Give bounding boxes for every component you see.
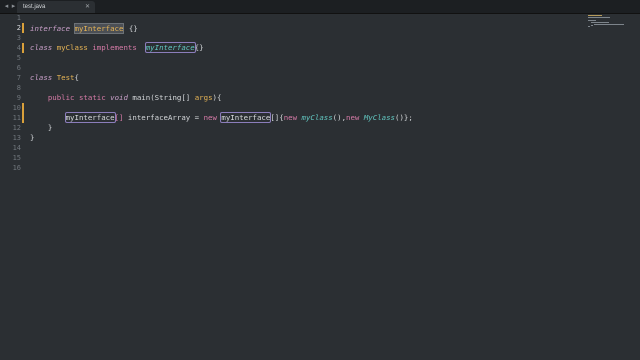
code-line-11: myInterface[] interfaceArray = new myInt…: [30, 112, 413, 123]
brace: {: [74, 73, 79, 82]
line-number: 13: [12, 134, 21, 142]
braces: {}: [194, 43, 204, 52]
array-init: []{: [270, 113, 284, 122]
type: myClass: [301, 113, 333, 122]
brackets: []: [114, 113, 124, 122]
braces: {}: [128, 24, 138, 33]
variable-name: interfaceArray: [127, 113, 191, 122]
class-name: Test: [56, 73, 75, 82]
type: MyClass: [363, 113, 395, 122]
keyword: new: [283, 113, 298, 122]
line-number: 4: [16, 44, 21, 52]
line-number: 10: [12, 104, 21, 112]
line-number: 12: [12, 124, 21, 132]
keyword: interface: [30, 24, 71, 33]
modified-line-marker: [22, 43, 24, 53]
selected-identifier: myInterface: [73, 23, 125, 34]
close-icon[interactable]: ✕: [85, 3, 90, 11]
code-line-12: }: [30, 123, 52, 133]
code-line-9: public static void main(String[] args){: [30, 93, 222, 103]
minimap-line: [588, 17, 610, 18]
code-line-2: interface myInterface {}: [30, 23, 138, 34]
keyword: class: [30, 73, 53, 82]
operator: =: [194, 113, 200, 122]
minimap-line: [591, 22, 609, 23]
paren-brace: ){: [212, 93, 222, 102]
line-number: 16: [12, 164, 21, 172]
brace: }: [47, 123, 53, 132]
keyword: static: [78, 93, 106, 102]
modified-line-marker: [22, 103, 24, 113]
keyword: class: [30, 43, 53, 52]
keyword: new: [346, 113, 360, 122]
minimap[interactable]: [584, 14, 624, 32]
brackets: []: [181, 93, 191, 102]
tab-bar: ◂ ▸ test.java ✕: [0, 0, 640, 14]
keyword: new: [203, 113, 217, 122]
minimap-line: [594, 24, 624, 25]
line-number: 8: [16, 84, 21, 92]
code-line-4: class myClass implements myInterface{}: [30, 42, 204, 53]
modified-line-marker: [22, 23, 24, 33]
method-name: main: [132, 93, 151, 102]
minimap-line: [588, 15, 602, 16]
class-name: myClass: [56, 43, 88, 52]
text-caret: [123, 23, 125, 32]
minimap-line: [588, 26, 590, 27]
tab-test-java[interactable]: test.java ✕: [17, 1, 95, 13]
line-number: 6: [16, 64, 21, 72]
highlighted-type: myInterface: [144, 42, 196, 53]
line-number: 3: [16, 34, 21, 42]
line-number-active: 2: [16, 24, 21, 32]
modified-line-marker: [22, 113, 24, 123]
keyword: void: [110, 93, 128, 102]
type: String: [154, 93, 182, 102]
line-number: 7: [16, 74, 21, 82]
line-number: 14: [12, 144, 21, 152]
code-line-13: }: [30, 133, 34, 143]
call-end: ()};: [395, 113, 413, 122]
highlighted-type: myInterface: [220, 112, 272, 123]
keyword: public: [47, 93, 75, 102]
code-line-7: class Test{: [30, 73, 79, 83]
keyword: implements: [92, 43, 137, 52]
call-parens: (),: [332, 113, 347, 122]
highlighted-type: myInterface: [64, 112, 116, 123]
line-number: 15: [12, 154, 21, 162]
brace: }: [30, 133, 35, 142]
line-number: 1: [16, 14, 21, 22]
line-number: 9: [16, 94, 21, 102]
param-name: args: [194, 93, 213, 102]
line-number: 5: [16, 54, 21, 62]
minimap-line: [591, 25, 593, 26]
tab-title: test.java: [23, 4, 46, 10]
line-number: 11: [12, 114, 21, 122]
minimap-line: [588, 20, 596, 21]
